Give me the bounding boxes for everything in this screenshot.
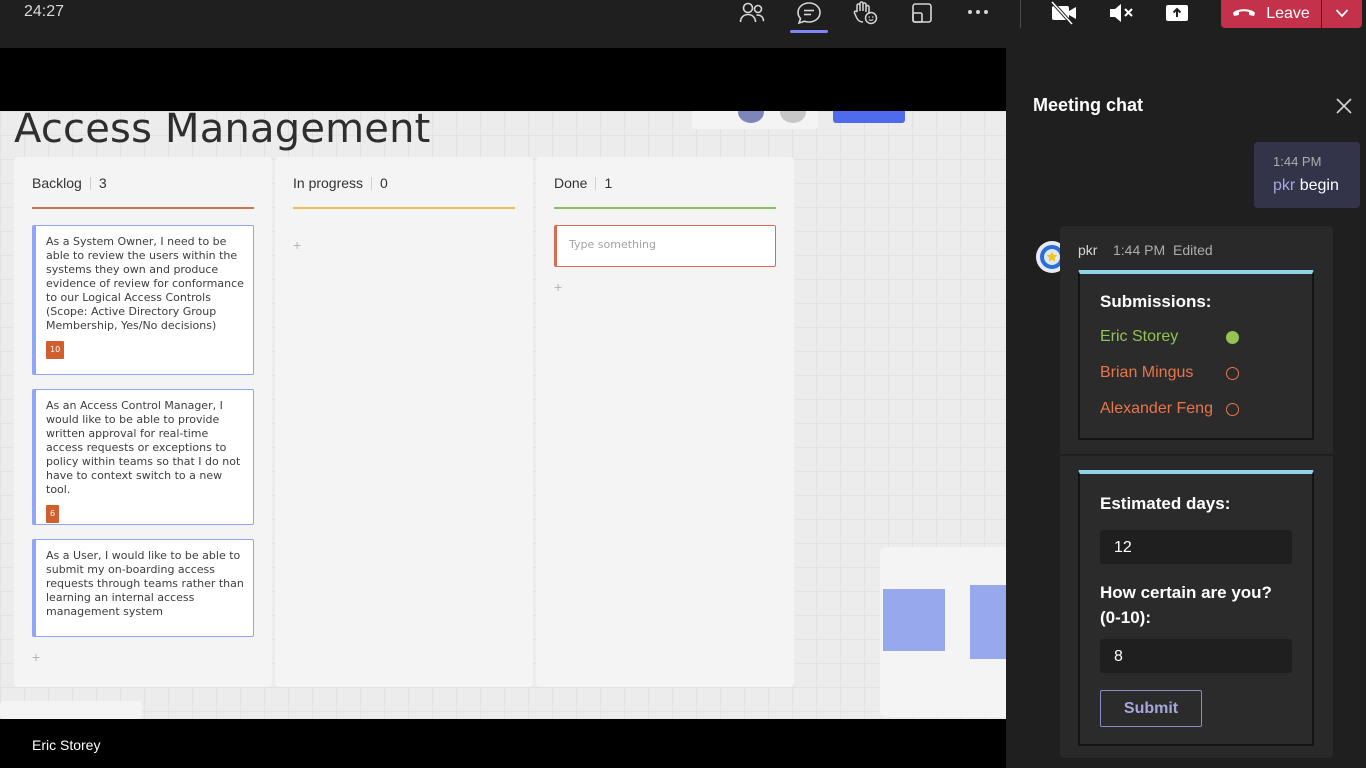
column-header: Done 1 xyxy=(554,175,612,191)
add-card-icon[interactable]: + xyxy=(554,279,562,295)
chevron-down-icon xyxy=(1335,5,1349,23)
backlog-card[interactable]: As a User, I would like to be able to su… xyxy=(32,539,254,637)
share-tray-icon[interactable] xyxy=(1157,0,1197,26)
days-label: Estimated days: xyxy=(1100,494,1231,513)
meeting-timer: 24:27 xyxy=(24,3,65,20)
mic-off-icon[interactable] xyxy=(1101,0,1141,26)
raise-hand-icon[interactable] xyxy=(845,0,885,26)
card-estimate-badge: 6 xyxy=(46,505,60,523)
column-name: In progress xyxy=(293,175,364,191)
mention[interactable]: pkr xyxy=(1273,177,1295,194)
message-time: 1:44 PM xyxy=(1273,154,1322,169)
share-screen-icon[interactable] xyxy=(902,0,942,26)
chat-icon[interactable] xyxy=(789,0,829,26)
submissions-card: Submissions: Eric Storey Brian Mingus Al… xyxy=(1078,270,1314,440)
column-header: In progress 0 xyxy=(293,175,388,191)
column-accent-line xyxy=(554,207,776,209)
board-minimap[interactable] xyxy=(880,547,1006,717)
column-accent-line xyxy=(32,207,254,209)
leave-button[interactable]: Leave xyxy=(1221,0,1321,28)
submissions-heading: Submissions: xyxy=(1100,292,1212,311)
column-header-divider xyxy=(89,176,91,190)
column-done: Done 1 Type something + xyxy=(536,157,794,687)
column-name: Done xyxy=(554,175,588,191)
certainty-input[interactable]: 8 xyxy=(1100,639,1292,673)
card-text: As a System Owner, I need to be able to … xyxy=(46,235,244,332)
column-name: Backlog xyxy=(32,175,82,191)
pending-indicator-icon xyxy=(1226,403,1239,416)
card-text: As an Access Control Manager, I would li… xyxy=(46,399,241,496)
message-sender: pkr xyxy=(1078,242,1098,258)
submission-row: Alexander Feng xyxy=(1100,400,1300,418)
column-count: 3 xyxy=(98,175,107,191)
more-options-icon[interactable] xyxy=(958,0,998,26)
toolbar-divider xyxy=(1020,0,1021,28)
column-header-divider xyxy=(371,176,373,190)
column-accent-line xyxy=(293,207,515,209)
phone-hangup-icon xyxy=(1232,5,1256,23)
backlog-card[interactable]: As a System Owner, I need to be able to … xyxy=(32,225,254,375)
leave-label: Leave xyxy=(1266,5,1310,22)
column-header-divider xyxy=(595,176,597,190)
board-share-button[interactable] xyxy=(833,111,905,123)
column-count: 1 xyxy=(604,175,613,191)
board-title: Access Management xyxy=(14,111,431,152)
card-divider xyxy=(1060,454,1333,456)
minimap-block xyxy=(970,585,1006,659)
estimated-days-input[interactable]: 12 xyxy=(1100,530,1292,564)
message-text: pkr begin xyxy=(1273,177,1339,195)
message-time: 1:44 PM xyxy=(1113,242,1166,258)
teams-meeting-window: 24:27 Leave Access Management Backlog 3 … xyxy=(0,0,1366,768)
chat-title: Meeting chat xyxy=(1033,95,1144,115)
submitter-name: Eric Storey xyxy=(1100,328,1179,345)
submission-row: Brian Mingus xyxy=(1100,364,1300,382)
submitted-indicator-icon xyxy=(1226,331,1239,344)
minimap-block xyxy=(883,589,945,651)
my-chat-message: 1:44 PM pkr begin xyxy=(1254,142,1360,208)
meeting-top-bar: 24:27 Leave xyxy=(0,0,1366,48)
shared-screen-stage: Access Management Backlog 3 As a System … xyxy=(0,48,1006,768)
board-bottom-toolbar xyxy=(0,701,142,719)
message-body: begin xyxy=(1299,177,1339,194)
column-header: Backlog 3 xyxy=(32,175,107,191)
submission-row: Eric Storey xyxy=(1100,328,1300,346)
card-text: As a User, I would like to be able to su… xyxy=(46,549,244,618)
backlog-card[interactable]: As an Access Control Manager, I would li… xyxy=(32,389,254,525)
board-toolbar xyxy=(692,111,818,129)
bot-chat-message: pkr 1:44 PM Edited Submissions: Eric Sto… xyxy=(1060,226,1333,758)
meeting-chat-panel: Meeting chat 1:44 PM pkr begin pkr 1:44 … xyxy=(1006,48,1366,768)
add-card-icon[interactable]: + xyxy=(293,237,301,253)
leave-options-button[interactable] xyxy=(1322,0,1362,28)
column-backlog: Backlog 3 As a System Owner, I need to b… xyxy=(14,157,272,687)
chat-active-indicator xyxy=(790,30,828,33)
submit-button[interactable]: Submit xyxy=(1100,690,1202,727)
whiteboard-canvas[interactable]: Access Management Backlog 3 As a System … xyxy=(0,111,1006,719)
card-estimate-badge: 10 xyxy=(46,341,65,359)
collaborator-avatar xyxy=(738,111,764,123)
certainty-label-line-1: How certain are you? xyxy=(1100,583,1272,602)
estimate-form-card: Estimated days: 12 How certain are you? … xyxy=(1078,470,1314,746)
column-in-progress: In progress 0 + xyxy=(275,157,533,687)
close-icon[interactable] xyxy=(1332,94,1356,118)
pending-indicator-icon xyxy=(1226,367,1239,380)
collaborator-avatar xyxy=(780,111,806,123)
camera-off-icon[interactable] xyxy=(1044,0,1084,26)
column-count: 0 xyxy=(380,175,388,191)
people-icon[interactable] xyxy=(732,0,772,26)
certainty-label-line-2: (0-10): xyxy=(1100,608,1152,627)
participant-name: Eric Storey xyxy=(32,737,101,753)
add-card-icon[interactable]: + xyxy=(32,649,40,665)
submitter-name: Brian Mingus xyxy=(1100,364,1194,381)
submitter-name: Alexander Feng xyxy=(1100,400,1213,417)
message-edited-label: Edited xyxy=(1173,242,1213,258)
new-card-input[interactable]: Type something xyxy=(554,225,776,267)
